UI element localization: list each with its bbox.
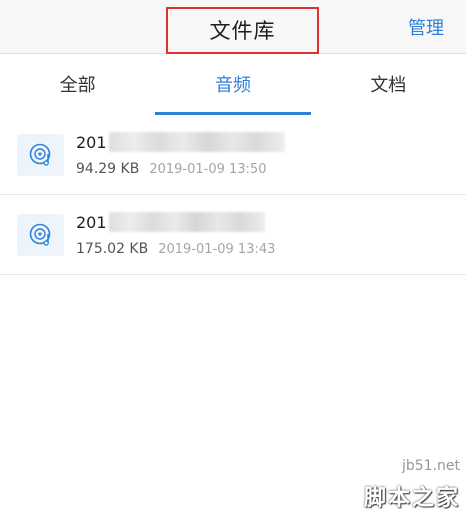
tab-all[interactable]: 全部 xyxy=(0,55,155,115)
file-size: 175.02 KB xyxy=(76,241,149,257)
site-watermark: jb51.net 脚本之家 xyxy=(326,442,466,516)
tab-audio[interactable]: 音频 xyxy=(154,55,311,115)
title-highlight-box: 文件库 xyxy=(166,7,319,54)
file-name: 201 xyxy=(76,132,285,152)
file-size: 94.29 KB xyxy=(76,161,140,177)
file-date: 2019-01-09 13:50 xyxy=(149,162,267,177)
redacted-name xyxy=(108,132,285,152)
tab-documents[interactable]: 文档 xyxy=(311,55,466,115)
page-title: 文件库 xyxy=(209,19,276,43)
file-name-prefix: 201 xyxy=(76,132,107,152)
audio-file-icon xyxy=(17,214,64,256)
file-library-screen: 文件库 管理 全部 音频 文档 201 94.29 KB 2019-01-09 … xyxy=(0,0,466,516)
file-name-prefix: 201 xyxy=(76,212,107,232)
audio-file-icon xyxy=(17,134,64,176)
redacted-name xyxy=(108,212,265,232)
file-meta: 175.02 KB 2019-01-09 13:43 xyxy=(76,241,275,257)
list-item[interactable]: 201 175.02 KB 2019-01-09 13:43 xyxy=(0,195,466,275)
tab-bar: 全部 音频 文档 xyxy=(0,55,466,115)
header-bar: 文件库 管理 xyxy=(0,0,466,54)
tab-audio-label: 音频 xyxy=(214,75,251,96)
watermark-url: jb51.net xyxy=(401,458,460,474)
file-date: 2019-01-09 13:43 xyxy=(158,242,276,257)
file-meta: 94.29 KB 2019-01-09 13:50 xyxy=(76,161,266,177)
manage-button[interactable]: 管理 xyxy=(408,14,444,40)
tab-all-label: 全部 xyxy=(59,75,96,96)
list-item[interactable]: 201 94.29 KB 2019-01-09 13:50 xyxy=(0,115,466,195)
watermark-name: 脚本之家 xyxy=(363,486,460,511)
tab-documents-label: 文档 xyxy=(370,75,407,96)
file-list: 201 94.29 KB 2019-01-09 13:50 201 175.02… xyxy=(0,115,466,275)
file-name: 201 xyxy=(76,212,265,232)
